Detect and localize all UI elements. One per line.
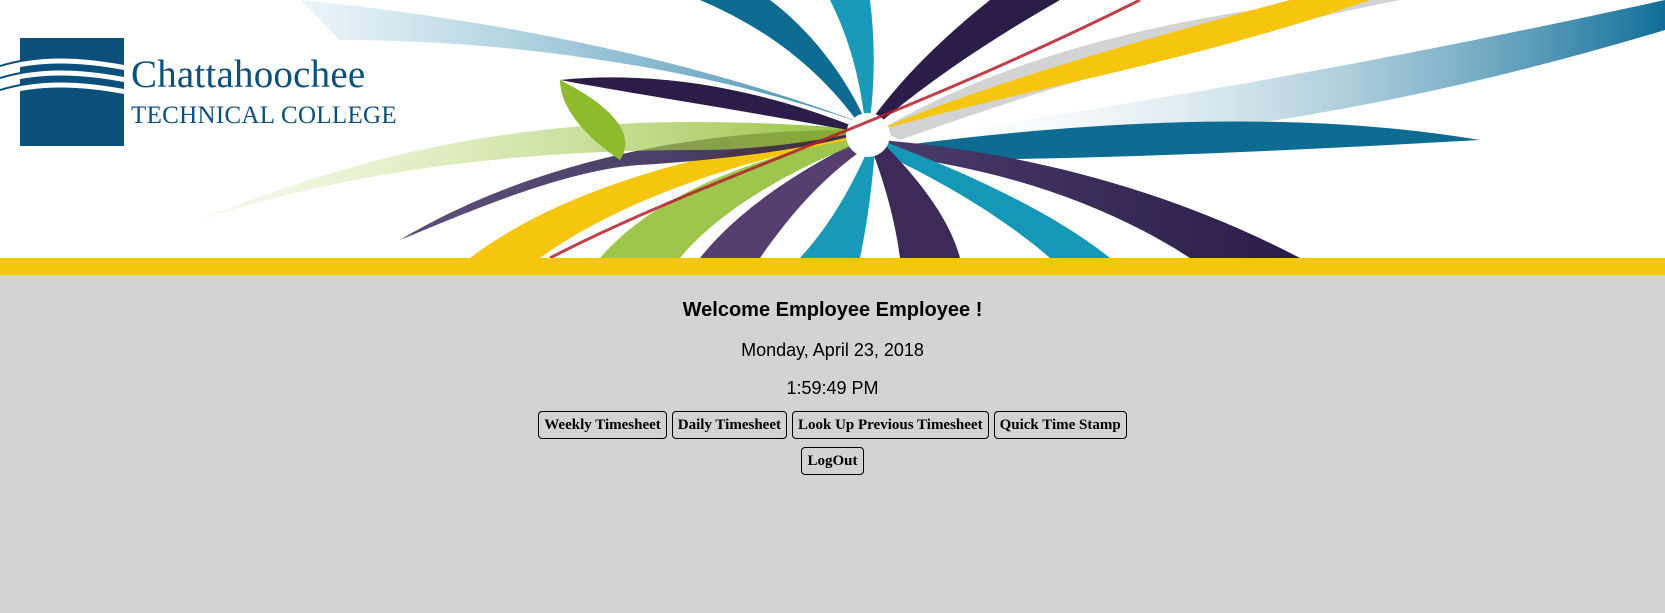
current-date: Monday, April 23, 2018 [741, 340, 924, 360]
quick-time-stamp-button[interactable]: Quick Time Stamp [993, 411, 1127, 439]
logo-college-subtitle: TECHNICAL COLLEGE [131, 102, 397, 129]
logo-college-name: Chattahoochee [131, 53, 366, 96]
lookup-previous-timesheet-button[interactable]: Look Up Previous Timesheet [791, 411, 989, 439]
logout-button[interactable]: LogOut [801, 447, 864, 475]
main-content: Welcome Employee Employee ! Monday, Apri… [0, 275, 1665, 475]
timesheet-button-row: Weekly Timesheet Daily Timesheet Look Up… [0, 411, 1665, 439]
header-stripe [0, 258, 1665, 275]
logout-button-row: LogOut [0, 447, 1665, 475]
daily-timesheet-button[interactable]: Daily Timesheet [671, 411, 787, 439]
weekly-timesheet-button[interactable]: Weekly Timesheet [538, 411, 667, 439]
welcome-heading: Welcome Employee Employee ! [682, 299, 983, 321]
wave-flag-icon [0, 38, 125, 146]
current-time: 1:59:49 PM [786, 378, 879, 398]
header-banner: Chattahoochee TECHNICAL COLLEGE [0, 0, 1665, 258]
college-logo: Chattahoochee TECHNICAL COLLEGE [0, 36, 400, 148]
